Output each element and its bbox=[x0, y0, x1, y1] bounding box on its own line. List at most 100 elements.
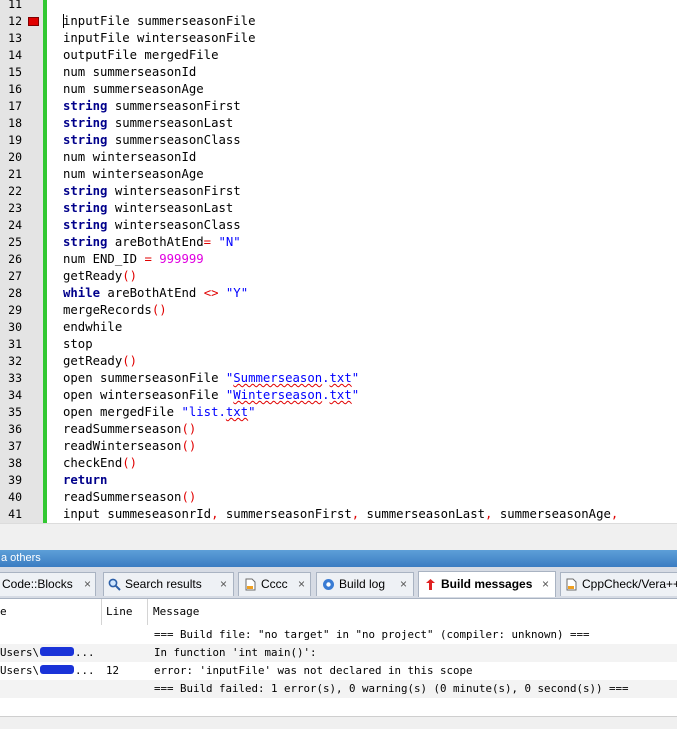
code-text[interactable]: readWinterseason() bbox=[63, 438, 196, 455]
code-line[interactable]: 23 string winterseasonLast bbox=[0, 200, 677, 217]
code-line[interactable]: 37 readWinterseason() bbox=[0, 438, 677, 455]
code-line[interactable]: 21 num winterseasonAge bbox=[0, 166, 677, 183]
code-line[interactable]: 40 readSummerseason() bbox=[0, 489, 677, 506]
code-line[interactable]: 16 num summerseasonAge bbox=[0, 81, 677, 98]
column-header-file[interactable]: e bbox=[0, 599, 102, 625]
table-row[interactable]: === Build file: "no target" in "no proje… bbox=[0, 626, 677, 644]
line-number: 14 bbox=[8, 48, 22, 62]
tab-search-results[interactable]: Search results × bbox=[103, 572, 234, 596]
code-lines[interactable]: 11 12 inputFile summerseasonFile 13 inputFil… bbox=[0, 0, 677, 523]
code-line[interactable]: 15 num summerseasonId bbox=[0, 64, 677, 81]
code-line[interactable]: 32 getReady() bbox=[0, 353, 677, 370]
code-text[interactable]: getReady() bbox=[63, 268, 137, 285]
code-line[interactable]: 18 string summerseasonLast bbox=[0, 115, 677, 132]
line-number: 36 bbox=[8, 422, 22, 436]
build-messages-table[interactable]: e Line Message === Build file: "no targe… bbox=[0, 599, 677, 705]
line-number: 23 bbox=[8, 201, 22, 215]
code-line[interactable]: 29 mergeRecords() bbox=[0, 302, 677, 319]
code-line[interactable]: 27 getReady() bbox=[0, 268, 677, 285]
message-cell: In function 'int main()': bbox=[154, 646, 317, 659]
tab-build-messages[interactable]: Build messages × bbox=[418, 571, 556, 597]
magnifier-icon bbox=[108, 578, 121, 591]
code-line[interactable]: 36 readSummerseason() bbox=[0, 421, 677, 438]
column-header-line[interactable]: Line bbox=[102, 599, 148, 625]
code-text[interactable]: string winterseasonClass bbox=[63, 217, 241, 234]
code-text[interactable]: string winterseasonFirst bbox=[63, 183, 241, 200]
code-text[interactable]: num winterseasonId bbox=[63, 149, 196, 166]
code-line[interactable]: 30 endwhile bbox=[0, 319, 677, 336]
code-line[interactable]: 20 num winterseasonId bbox=[0, 149, 677, 166]
tab-cppcheck-vera[interactable]: CppCheck/Vera++ bbox=[560, 572, 677, 596]
code-line[interactable]: 25 string areBothAtEnd= "N" bbox=[0, 234, 677, 251]
close-icon[interactable]: × bbox=[84, 573, 91, 595]
code-line[interactable]: 35 open mergedFile "list.txt" bbox=[0, 404, 677, 421]
tab-build-log[interactable]: Build log × bbox=[316, 572, 414, 596]
code-editor[interactable]: 11 12 inputFile summerseasonFile 13 inputFil… bbox=[0, 0, 677, 523]
table-row[interactable]: === Build failed: 1 error(s), 0 warning(… bbox=[0, 680, 677, 698]
close-icon[interactable]: × bbox=[542, 573, 549, 595]
code-text[interactable]: string winterseasonLast bbox=[63, 200, 233, 217]
code-text[interactable]: open mergedFile "list.txt" bbox=[63, 404, 256, 421]
table-row[interactable]: Users\... In function 'int main()': bbox=[0, 644, 677, 662]
code-line[interactable]: 14 outputFile mergedFile bbox=[0, 47, 677, 64]
tab-cccc[interactable]: Cccc × bbox=[238, 572, 311, 596]
close-icon[interactable]: × bbox=[400, 573, 407, 595]
code-text[interactable]: checkEnd() bbox=[63, 455, 137, 472]
code-line[interactable]: 33 open summerseasonFile "Summerseason.tx… bbox=[0, 370, 677, 387]
code-text[interactable]: string summerseasonClass bbox=[63, 132, 241, 149]
code-text[interactable]: while areBothAtEnd <> "Y" bbox=[63, 285, 248, 302]
column-header-message[interactable]: Message bbox=[148, 599, 677, 625]
code-text[interactable]: inputFile winterseasonFile bbox=[63, 30, 256, 47]
code-line[interactable]: 19 string summerseasonClass bbox=[0, 132, 677, 149]
line-number: 18 bbox=[8, 116, 22, 130]
code-line[interactable]: 24 string winterseasonClass bbox=[0, 217, 677, 234]
line-number: 27 bbox=[8, 269, 22, 283]
line-number: 16 bbox=[8, 82, 22, 96]
code-text[interactable]: readSummerseason() bbox=[63, 421, 196, 438]
code-text[interactable]: string summerseasonFirst bbox=[63, 98, 241, 115]
tab-label: Build log bbox=[339, 577, 386, 591]
code-line[interactable]: 39 return bbox=[0, 472, 677, 489]
code-text[interactable]: mergeRecords() bbox=[63, 302, 167, 319]
table-row[interactable]: Users\... 12 error: 'inputFile' was not … bbox=[0, 662, 677, 680]
tab-codeblocks[interactable]: Code::Blocks × bbox=[0, 572, 96, 596]
tab-label: Code::Blocks bbox=[2, 577, 73, 591]
code-text[interactable]: num summerseasonId bbox=[63, 64, 196, 81]
close-icon[interactable]: × bbox=[220, 573, 227, 595]
line-number: 17 bbox=[8, 99, 22, 113]
horizontal-scrollbar[interactable] bbox=[0, 523, 677, 542]
file-cell: Users\... bbox=[0, 664, 95, 677]
tab-label: Search results bbox=[125, 577, 202, 591]
code-text[interactable]: inputFile summerseasonFile bbox=[63, 13, 256, 30]
code-line[interactable]: 12 inputFile summerseasonFile bbox=[0, 13, 677, 30]
code-text[interactable]: stop bbox=[63, 336, 93, 353]
code-text[interactable]: num END_ID = 999999 bbox=[63, 251, 204, 268]
code-line[interactable]: 17 string summerseasonFirst bbox=[0, 98, 677, 115]
logs-panel-title: a others bbox=[0, 550, 677, 567]
code-line[interactable]: 31 stop bbox=[0, 336, 677, 353]
splitter[interactable] bbox=[0, 541, 677, 550]
code-text[interactable]: return bbox=[63, 472, 107, 489]
code-line[interactable]: 22 string winterseasonFirst bbox=[0, 183, 677, 200]
code-line[interactable]: 34 open winterseasonFile "Winterseason.tx… bbox=[0, 387, 677, 404]
code-text[interactable]: endwhile bbox=[63, 319, 122, 336]
code-text[interactable]: num winterseasonAge bbox=[63, 166, 204, 183]
breakpoint-marker-icon[interactable] bbox=[28, 17, 39, 26]
code-line[interactable]: 41 input summeseasonrId, summerseasonFirs… bbox=[0, 506, 677, 523]
code-text[interactable]: outputFile mergedFile bbox=[63, 47, 218, 64]
code-line[interactable]: 26 num END_ID = 999999 bbox=[0, 251, 677, 268]
logs-tab-strip: Code::Blocks × Search results × Cccc × B… bbox=[0, 567, 677, 599]
code-line[interactable]: 13 inputFile winterseasonFile bbox=[0, 30, 677, 47]
code-line[interactable]: 38 checkEnd() bbox=[0, 455, 677, 472]
code-text[interactable]: open winterseasonFile "Winterseason.txt" bbox=[63, 387, 359, 404]
code-text[interactable]: num summerseasonAge bbox=[63, 81, 204, 98]
code-line[interactable]: 28 while areBothAtEnd <> "Y" bbox=[0, 285, 677, 302]
code-text[interactable]: open summerseasonFile "Summerseason.txt" bbox=[63, 370, 359, 387]
close-icon[interactable]: × bbox=[298, 573, 305, 595]
code-text[interactable]: string areBothAtEnd= "N" bbox=[63, 234, 241, 251]
code-text[interactable]: input summeseasonrId, summerseasonFirst,… bbox=[63, 506, 618, 523]
code-text[interactable]: readSummerseason() bbox=[63, 489, 196, 506]
code-line[interactable]: 11 bbox=[0, 0, 677, 13]
code-text[interactable]: string summerseasonLast bbox=[63, 115, 233, 132]
code-text[interactable]: getReady() bbox=[63, 353, 137, 370]
